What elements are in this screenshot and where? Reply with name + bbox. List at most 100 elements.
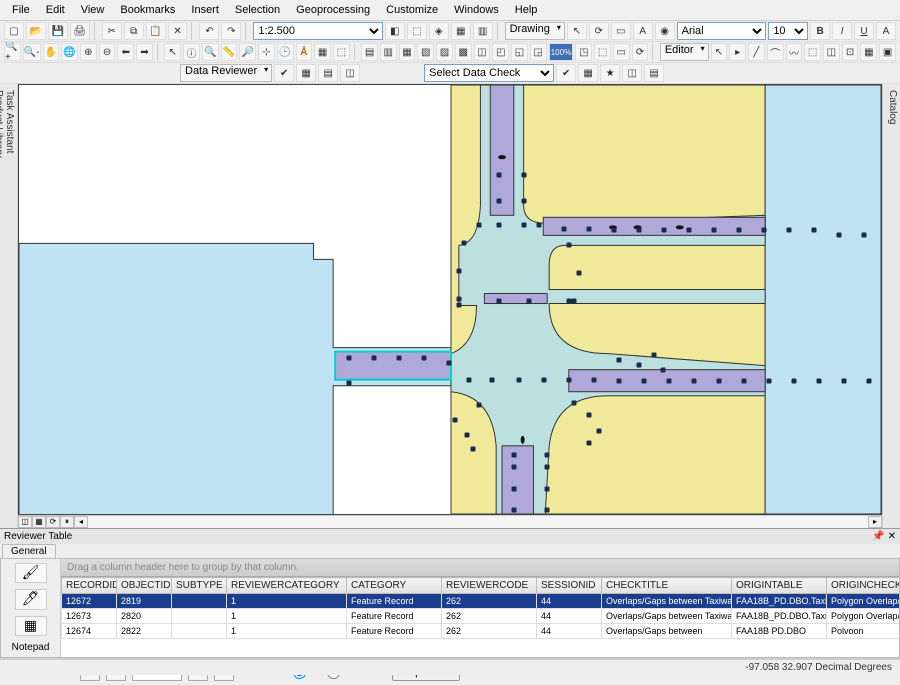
- menu-geoprocessing[interactable]: Geoprocessing: [290, 2, 376, 18]
- edit-tool-icon[interactable]: ⌒: [767, 43, 784, 61]
- fixed-zoom-out-icon[interactable]: ⊖: [99, 43, 116, 61]
- close-icon[interactable]: ✕: [888, 531, 896, 542]
- next-extent-icon[interactable]: ➡: [136, 43, 153, 61]
- refresh-view-icon[interactable]: ⟳: [46, 516, 60, 528]
- reviewer-tool-icon[interactable]: ▤: [318, 64, 338, 82]
- cut-icon[interactable]: ✂: [102, 22, 122, 40]
- menu-file[interactable]: File: [6, 2, 36, 18]
- tool-icon[interactable]: ▦: [451, 22, 471, 40]
- menu-bookmarks[interactable]: Bookmarks: [114, 2, 181, 18]
- drawing-dropdown[interactable]: Drawing: [505, 22, 565, 40]
- menu-help[interactable]: Help: [509, 2, 544, 18]
- layout-icon[interactable]: ◳: [575, 43, 592, 61]
- pause-draw-icon[interactable]: ⏸: [60, 516, 74, 528]
- delete-icon[interactable]: ✕: [168, 22, 188, 40]
- select-icon[interactable]: ↖: [164, 43, 181, 61]
- tool-icon[interactable]: ▥: [473, 22, 493, 40]
- tool-icon[interactable]: ▦: [314, 43, 331, 61]
- menu-windows[interactable]: Windows: [448, 2, 505, 18]
- scroll-right-icon[interactable]: ▸: [868, 516, 882, 528]
- column-header[interactable]: ORIGINTABLE: [732, 578, 827, 594]
- grid-tool-icon[interactable]: ▦: [15, 616, 47, 636]
- brush-tool-icon[interactable]: 🖌: [15, 563, 47, 583]
- layout-icon[interactable]: ◫: [474, 43, 491, 61]
- font-size-select[interactable]: 10: [768, 22, 808, 40]
- font-color-icon[interactable]: A: [876, 22, 896, 40]
- edit-tool-icon[interactable]: ▸: [729, 43, 746, 61]
- layout-icon[interactable]: ◰: [492, 43, 509, 61]
- text-tool-icon[interactable]: A: [633, 22, 653, 40]
- edit-tool-icon[interactable]: ▦: [860, 43, 877, 61]
- measure-icon[interactable]: 📏: [221, 43, 238, 61]
- pointer-icon[interactable]: ↖: [567, 22, 587, 40]
- symbol-icon[interactable]: ◉: [655, 22, 675, 40]
- reviewer-tool-icon[interactable]: ◫: [340, 64, 360, 82]
- scroll-left-icon[interactable]: ◂: [74, 516, 88, 528]
- reviewer-tool-icon[interactable]: ▦: [296, 64, 316, 82]
- italic-icon[interactable]: I: [832, 22, 852, 40]
- tool-icon[interactable]: ⬚: [407, 22, 427, 40]
- data-reviewer-dropdown[interactable]: Data Reviewer: [180, 64, 272, 82]
- layout-icon[interactable]: ◱: [511, 43, 528, 61]
- zoom-pct[interactable]: 100%: [549, 43, 574, 61]
- layout-icon[interactable]: ▨: [436, 43, 453, 61]
- bold-icon[interactable]: B: [810, 22, 830, 40]
- edit-tool-icon[interactable]: ↖: [711, 43, 728, 61]
- zoom-out-icon[interactable]: 🔍-: [23, 43, 41, 61]
- layout-icon[interactable]: ⬚: [594, 43, 611, 61]
- group-by-bar[interactable]: Drag a column header here to group by th…: [61, 559, 899, 577]
- search-icon[interactable]: 🔍: [202, 43, 219, 61]
- edit-tool-icon[interactable]: ▣: [879, 43, 896, 61]
- zoom-in-icon[interactable]: 🔍+: [4, 43, 21, 61]
- column-header[interactable]: OBJECTID: [117, 578, 172, 594]
- fixed-zoom-in-icon[interactable]: ⊕: [80, 43, 97, 61]
- menu-edit[interactable]: Edit: [40, 2, 71, 18]
- data-view-icon[interactable]: ◫: [18, 516, 32, 528]
- check-tool-icon[interactable]: ✔: [556, 64, 576, 82]
- identify-icon[interactable]: ⓘ: [183, 43, 200, 61]
- layout-icon[interactable]: ▭: [613, 43, 630, 61]
- column-header[interactable]: CATEGORY: [347, 578, 442, 594]
- layout-icon[interactable]: ◲: [530, 43, 547, 61]
- paste-icon[interactable]: 📋: [146, 22, 166, 40]
- layout-icon[interactable]: ▤: [361, 43, 378, 61]
- column-header[interactable]: SESSIONID: [537, 578, 602, 594]
- layout-icon[interactable]: ▧: [417, 43, 434, 61]
- save-icon[interactable]: 💾: [48, 22, 68, 40]
- table-row[interactable]: 1267328201Feature Record26244Overlaps/Ga…: [62, 609, 900, 624]
- open-icon[interactable]: 📂: [26, 22, 46, 40]
- catalog-tab[interactable]: Catalog: [887, 90, 898, 514]
- product-library-tab[interactable]: Product Library: [0, 90, 4, 514]
- tool-icon[interactable]: ◧: [385, 22, 405, 40]
- scale-select[interactable]: 1:2.500: [253, 22, 383, 40]
- underline-icon[interactable]: U: [854, 22, 874, 40]
- check-tool-icon[interactable]: ★: [600, 64, 620, 82]
- grid-scroll[interactable]: RECORDIDOBJECTIDSUBTYPEREVIEWERCATEGORYC…: [61, 577, 899, 657]
- column-header[interactable]: SUBTYPE: [172, 578, 227, 594]
- layout-icon[interactable]: ▩: [455, 43, 472, 61]
- full-extent-icon[interactable]: 🌐: [61, 43, 78, 61]
- menu-customize[interactable]: Customize: [380, 2, 444, 18]
- layout-icon[interactable]: ▥: [380, 43, 397, 61]
- menu-selection[interactable]: Selection: [229, 2, 286, 18]
- prev-extent-icon[interactable]: ⬅: [117, 43, 134, 61]
- undo-icon[interactable]: ↶: [199, 22, 219, 40]
- pen-tool-icon[interactable]: 🖊: [15, 589, 47, 609]
- edit-tool-icon[interactable]: ◫: [823, 43, 840, 61]
- task-assistant-tab[interactable]: Task Assistant: [4, 90, 15, 514]
- hscroll-track[interactable]: [88, 516, 868, 528]
- column-header[interactable]: CHECKTITLE: [602, 578, 732, 594]
- edit-tool-icon[interactable]: 〰: [786, 43, 803, 61]
- edit-tool-icon[interactable]: ⊡: [842, 43, 859, 61]
- find-route-icon[interactable]: Å: [296, 43, 313, 61]
- layout-icon[interactable]: ▦: [399, 43, 416, 61]
- column-header[interactable]: REVIEWERCATEGORY: [227, 578, 347, 594]
- edit-tool-icon[interactable]: ⬚: [804, 43, 821, 61]
- redo-icon[interactable]: ↷: [221, 22, 241, 40]
- refresh-icon[interactable]: ⟳: [632, 43, 649, 61]
- new-icon[interactable]: ▢: [4, 22, 24, 40]
- edit-tool-icon[interactable]: ╱: [748, 43, 765, 61]
- pan-icon[interactable]: ✋: [43, 43, 60, 61]
- pin-icon[interactable]: 📌: [872, 531, 884, 542]
- rotate-icon[interactable]: ⟳: [589, 22, 609, 40]
